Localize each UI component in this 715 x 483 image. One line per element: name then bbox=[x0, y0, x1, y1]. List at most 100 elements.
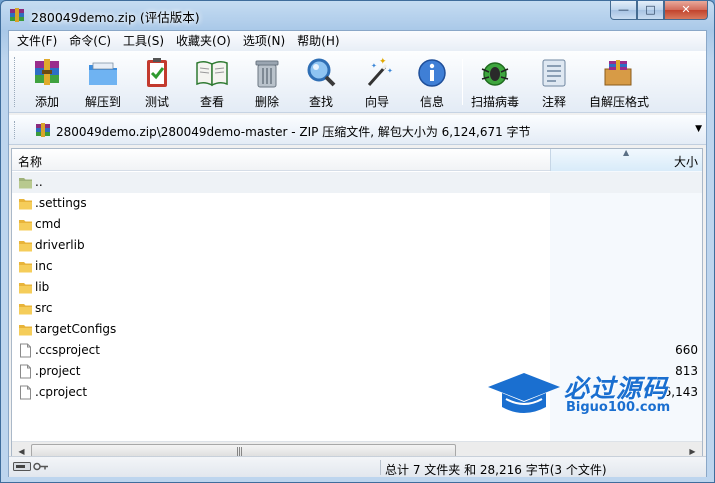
delete-label: 删除 bbox=[254, 95, 279, 109]
archive-icon bbox=[36, 123, 50, 137]
menu-tools[interactable]: 工具(S) bbox=[117, 31, 170, 51]
folder-icon bbox=[18, 238, 33, 253]
extract-folder-icon bbox=[89, 62, 117, 85]
file-row[interactable]: .ccsproject 660 bbox=[12, 340, 702, 361]
folder-row[interactable]: inc bbox=[12, 256, 702, 277]
close-button[interactable]: ✕ bbox=[664, 1, 708, 20]
menu-favorites[interactable]: 收藏夹(O) bbox=[170, 31, 237, 51]
svg-text:✦: ✦ bbox=[371, 62, 377, 70]
folder-row[interactable]: src bbox=[12, 298, 702, 319]
folder-row[interactable]: targetConfigs bbox=[12, 319, 702, 340]
column-header: 名称 ▲ 大小 bbox=[12, 149, 702, 171]
watermark-sub: Biguo100.com bbox=[566, 400, 671, 415]
folder-icon bbox=[18, 301, 33, 316]
folder-row[interactable]: cmd bbox=[12, 214, 702, 235]
file-icon bbox=[18, 343, 33, 358]
view-button[interactable]: 查看 bbox=[188, 55, 236, 111]
sfx-button[interactable]: 自解压格式 bbox=[589, 55, 650, 111]
menu-commands[interactable]: 命令(C) bbox=[63, 31, 117, 51]
maximize-button[interactable]: □ bbox=[637, 1, 664, 20]
winrar-window: 280049demo.zip (评估版本) — □ ✕ 文件(F) 命令(C) … bbox=[0, 0, 715, 483]
menu-help[interactable]: 帮助(H) bbox=[291, 31, 345, 51]
column-size-header[interactable]: ▲ 大小 bbox=[550, 149, 702, 171]
wizard-label: 向导 bbox=[364, 95, 389, 109]
minimize-button[interactable]: — bbox=[610, 1, 637, 20]
folder-icon bbox=[18, 196, 33, 211]
winrar-app-icon[interactable] bbox=[9, 7, 25, 23]
file-name: driverlib bbox=[35, 238, 85, 252]
parent-folder-icon bbox=[18, 175, 33, 190]
file-name: inc bbox=[35, 259, 53, 273]
title-bar[interactable]: 280049demo.zip (评估版本) — □ ✕ bbox=[1, 1, 714, 29]
comment-note-icon bbox=[542, 59, 566, 87]
address-grip[interactable] bbox=[14, 121, 17, 139]
file-name: lib bbox=[35, 280, 50, 294]
toolbar-grip[interactable] bbox=[14, 57, 17, 107]
test-label: 测试 bbox=[144, 95, 169, 109]
view-book-icon bbox=[196, 60, 228, 87]
sort-ascending-icon: ▲ bbox=[623, 148, 630, 157]
address-bar: 280049demo.zip\280049demo-master - ZIP 压… bbox=[9, 115, 706, 145]
file-icon bbox=[18, 364, 33, 379]
window-title: 280049demo.zip (评估版本) bbox=[31, 10, 200, 25]
file-name: .. bbox=[35, 175, 43, 189]
column-name[interactable]: 名称 bbox=[18, 153, 42, 170]
magnifier-icon bbox=[307, 58, 336, 87]
virus-scan-label: 扫描病毒 bbox=[471, 95, 520, 109]
trash-can-icon bbox=[255, 60, 279, 88]
sfx-box-icon bbox=[604, 60, 632, 86]
info-label: 信息 bbox=[419, 95, 444, 109]
folder-row[interactable]: lib bbox=[12, 277, 702, 298]
window-controls: — □ ✕ bbox=[610, 1, 708, 20]
parent-folder-row[interactable]: .. bbox=[12, 172, 702, 193]
toolbar: 添加 解压到 测试 查看 删除 查找 ✦ ✦ ✦ 向导 信息 扫描病毒 注释 自… bbox=[9, 51, 706, 113]
column-size: 大小 bbox=[673, 155, 698, 169]
info-icon bbox=[418, 59, 446, 87]
folder-row[interactable]: driverlib bbox=[12, 235, 702, 256]
menu-bar: 文件(F) 命令(C) 工具(S) 收藏夹(O) 选项(N) 帮助(H) bbox=[9, 31, 706, 51]
file-name: src bbox=[35, 301, 53, 315]
menu-file[interactable]: 文件(F) bbox=[11, 31, 63, 51]
file-name: .cproject bbox=[35, 385, 88, 399]
key-icon[interactable] bbox=[33, 461, 49, 472]
status-bar: 总计 7 文件夹 和 28,216 字节(3 个文件) bbox=[9, 456, 706, 477]
sfx-label: 自解压格式 bbox=[589, 95, 650, 109]
drive-icon[interactable] bbox=[13, 461, 31, 472]
watermark: 必过源码 Biguo100.com bbox=[486, 369, 686, 419]
archive-path[interactable]: 280049demo.zip\280049demo-master - ZIP 压… bbox=[56, 123, 531, 140]
add-button[interactable]: 添加 bbox=[23, 55, 71, 111]
folder-row[interactable]: .settings bbox=[12, 193, 702, 214]
dropdown-arrow-icon[interactable]: ▼ bbox=[695, 124, 702, 134]
status-summary: 总计 7 文件夹 和 28,216 字节(3 个文件) bbox=[385, 463, 607, 477]
file-name: .settings bbox=[35, 196, 87, 210]
folder-icon bbox=[18, 280, 33, 295]
folder-icon bbox=[18, 259, 33, 274]
comment-button[interactable]: 注释 bbox=[530, 55, 578, 111]
file-name: cmd bbox=[35, 217, 61, 231]
test-button[interactable]: 测试 bbox=[133, 55, 181, 111]
file-icon bbox=[18, 385, 33, 400]
add-archive-icon bbox=[35, 59, 59, 85]
view-label: 查看 bbox=[199, 95, 224, 109]
file-name: .project bbox=[35, 364, 81, 378]
folder-icon bbox=[18, 322, 33, 337]
toolbar-separator bbox=[462, 59, 463, 105]
find-label: 查找 bbox=[308, 95, 333, 109]
svg-text:✦: ✦ bbox=[379, 57, 387, 67]
file-size: 660 bbox=[675, 343, 698, 357]
status-separator bbox=[380, 460, 381, 475]
virus-scan-button[interactable]: 扫描病毒 bbox=[471, 55, 519, 111]
file-name: targetConfigs bbox=[35, 322, 117, 336]
comment-label: 注释 bbox=[541, 95, 566, 109]
wizard-button[interactable]: ✦ ✦ ✦ 向导 bbox=[353, 55, 401, 111]
menu-options[interactable]: 选项(N) bbox=[237, 31, 291, 51]
info-button[interactable]: 信息 bbox=[408, 55, 456, 111]
file-name: .ccsproject bbox=[35, 343, 100, 357]
find-button[interactable]: 查找 bbox=[297, 55, 345, 111]
delete-button[interactable]: 删除 bbox=[243, 55, 291, 111]
virus-bug-icon bbox=[481, 62, 509, 86]
svg-text:✦: ✦ bbox=[387, 67, 393, 75]
add-label: 添加 bbox=[34, 95, 59, 109]
magic-wand-icon: ✦ ✦ ✦ bbox=[367, 57, 393, 86]
extract-button[interactable]: 解压到 bbox=[79, 55, 127, 111]
